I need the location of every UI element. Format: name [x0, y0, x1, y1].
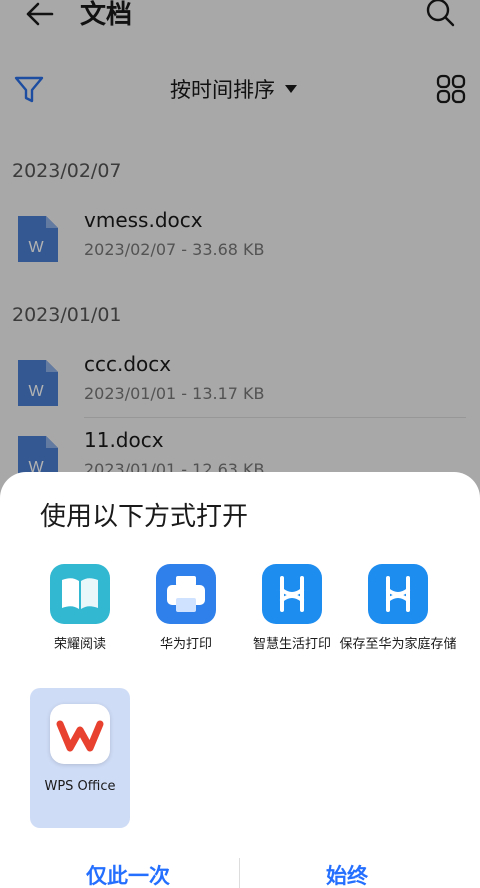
- app-option-smart-life-print[interactable]: 智慧生活打印: [242, 564, 342, 684]
- just-once-button[interactable]: 仅此一次: [86, 860, 170, 888]
- app-label: 荣耀阅读: [53, 637, 106, 652]
- app-option-huawei-home-storage[interactable]: 保存至华为家庭存储: [339, 564, 457, 684]
- printer-icon: [156, 564, 216, 624]
- always-button[interactable]: 始终: [326, 860, 368, 888]
- footer-divider: [239, 858, 240, 888]
- app-option-wps-office[interactable]: WPS Office: [30, 688, 130, 828]
- app-label: 保存至华为家庭存储: [339, 637, 457, 652]
- book-reader-icon: [50, 564, 110, 624]
- wps-office-icon: [50, 704, 110, 764]
- sheet-title: 使用以下方式打开: [40, 502, 249, 532]
- open-with-sheet: 使用以下方式打开 荣耀阅读 华为打印 智慧生活打印 保存至华为家庭存储 WPS …: [0, 472, 480, 888]
- app-option-honor-reader[interactable]: 荣耀阅读: [30, 564, 130, 684]
- hilink-icon: [368, 564, 428, 624]
- hilink-icon: [262, 564, 322, 624]
- app-label: WPS Office: [44, 779, 116, 794]
- app-option-huawei-print[interactable]: 华为打印: [136, 564, 236, 684]
- sheet-footer: 仅此一次 始终: [0, 848, 480, 888]
- app-label: 华为打印: [159, 637, 212, 652]
- app-label: 智慧生活打印: [252, 637, 331, 652]
